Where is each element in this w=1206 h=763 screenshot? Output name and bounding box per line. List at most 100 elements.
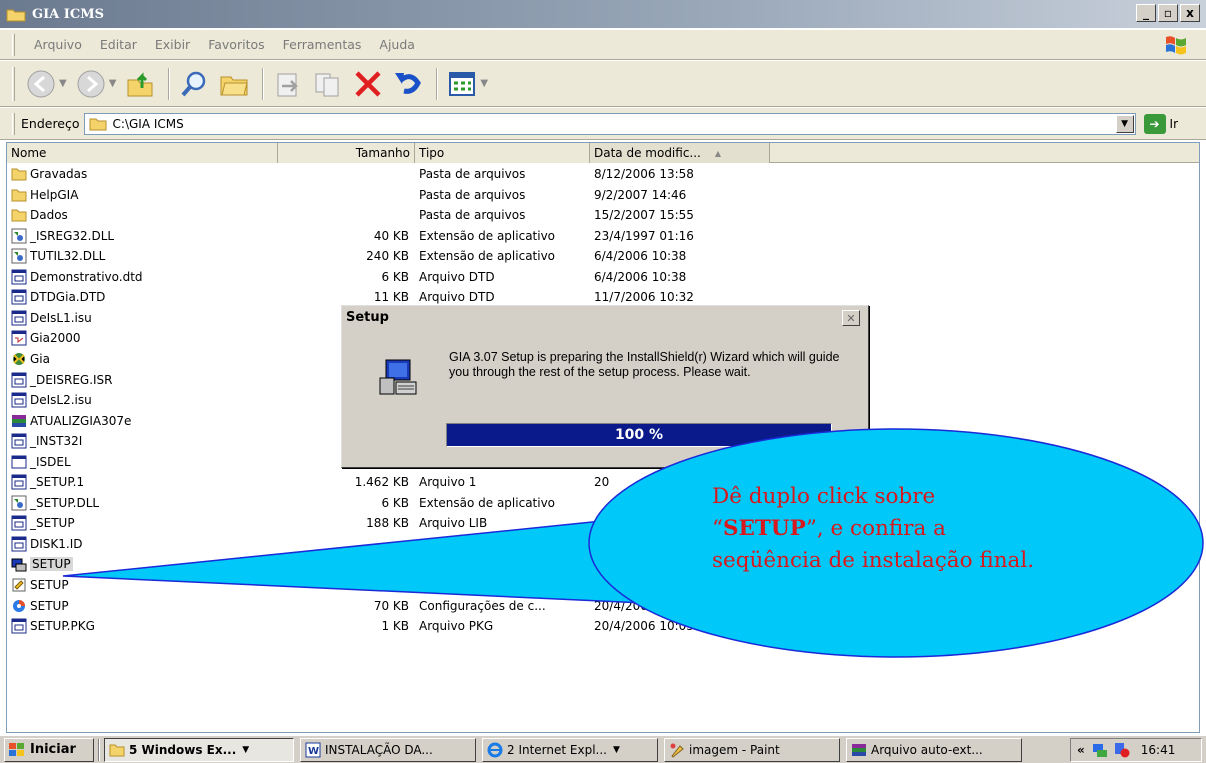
file-row[interactable]: SETUP 45 KB Aplicativo 20/4/ (7, 554, 770, 574)
winrar-icon (12, 414, 26, 427)
file-type: Arquivo 1 (419, 475, 477, 490)
delete-button[interactable] (350, 66, 386, 102)
file-name-cell: SETUP (7, 554, 278, 574)
folders-icon (220, 76, 249, 95)
file-row[interactable]: _SETUP.DLL 6 KB Extensão de aplicativo (7, 493, 770, 513)
file-row[interactable]: Dados Pasta de arquivos 15/2/2007 15:55 (7, 205, 770, 225)
task-windows-explorer[interactable]: 5 Windows Ex... ▼ (104, 737, 294, 762)
up-folder-button[interactable] (122, 66, 158, 102)
installer-computer-icon (379, 359, 417, 395)
window-title-bar[interactable]: GIA ICMS _ ▫ x (0, 0, 1206, 28)
callout-setup-word: SETUP (723, 516, 806, 541)
task-self-extractor[interactable]: Arquivo auto-ext... (846, 737, 1022, 762)
file-size (278, 185, 415, 205)
file-size: 1 KB (381, 578, 409, 592)
tray-expand-button[interactable]: « (1077, 743, 1085, 757)
go-button[interactable]: ➔ Ir (1143, 113, 1178, 134)
file-row[interactable]: SETUP 1 KB Parâmetros de confi... 20/4/2006… (7, 575, 770, 595)
system-tray: « 16:41 (1070, 738, 1202, 762)
file-name-cell: HelpGIA (7, 185, 278, 205)
undo-icon (395, 72, 422, 94)
windows-logo-icon (1166, 36, 1186, 55)
column-header-date-label: Data de modific... (594, 146, 701, 160)
folder-icon (11, 189, 27, 202)
file-row[interactable]: _SETUP 188 KB Arquivo LIB (7, 513, 770, 533)
file-row[interactable]: HelpGIA Pasta de arquivos 9/2/2007 14:46 (7, 185, 770, 205)
security-alert-icon[interactable] (1113, 742, 1131, 758)
exe-icon (11, 455, 27, 469)
menu-editar[interactable]: Editar (91, 37, 146, 52)
file-name-cell: Gia (7, 349, 278, 369)
generic-file-icon (11, 515, 27, 531)
search-button[interactable] (176, 66, 212, 102)
back-dropdown-icon[interactable]: ▼ (59, 78, 67, 89)
column-header-date[interactable]: Data de modific... ▲ (590, 143, 770, 163)
dialog-title: Setup (346, 309, 389, 325)
close-button[interactable]: x (1180, 4, 1200, 22)
forward-button[interactable] (73, 66, 109, 102)
file-date: 20/4/2006 10:03 (594, 619, 694, 634)
file-row[interactable]: SETUP.PKG 1 KB Arquivo PKG 20/4/2006 10:03 (7, 616, 770, 636)
file-type: Parâmetros de confi... (419, 578, 551, 592)
menu-bar: Arquivo Editar Exibir Favoritos Ferramen… (0, 30, 1206, 60)
task-label: imagem - Paint (689, 742, 780, 757)
task-internet-explorer[interactable]: 2 Internet Expl... ▼ (482, 737, 658, 762)
maximize-button[interactable]: ▫ (1158, 4, 1178, 22)
undo-button[interactable] (390, 66, 426, 102)
forward-arrow-icon (77, 70, 105, 97)
file-name: ATUALIZGIA307e (30, 413, 132, 428)
dialog-close-button[interactable]: ✕ (842, 310, 860, 326)
file-row[interactable]: _SETUP.1 1.462 KB Arquivo 1 20 (7, 472, 770, 492)
file-name-cell: _SETUP (7, 513, 278, 533)
file-row[interactable]: TUTIL32.DLL 240 KB Extensão de aplicativo 6… (7, 246, 770, 266)
paint-icon (670, 743, 684, 758)
file-size (278, 205, 415, 225)
file-row[interactable]: Gravadas Pasta de arquivos 8/12/2006 13:58 (7, 164, 770, 184)
windows-flag-icon (9, 742, 24, 756)
menu-ajuda[interactable]: Ajuda (370, 37, 424, 52)
address-dropdown-button[interactable]: ▼ (1115, 114, 1134, 133)
file-row[interactable]: Demonstrativo.dtd 6 KB Arquivo DTD 6/4/2006… (7, 267, 770, 287)
back-button[interactable] (23, 66, 59, 102)
start-label: Iniciar (30, 742, 76, 757)
folders-button[interactable] (216, 66, 252, 102)
menu-arquivo[interactable]: Arquivo (25, 37, 91, 52)
column-header-size[interactable]: Tamanho (278, 143, 415, 163)
menu-exibir[interactable]: Exibir (146, 37, 199, 52)
start-button[interactable]: Iniciar (4, 737, 94, 762)
file-name-cell: Demonstrativo.dtd (7, 267, 278, 287)
file-size: 6 KB (381, 495, 409, 510)
column-header-name[interactable]: Nome (7, 143, 278, 163)
file-row[interactable]: DISK1.ID (7, 534, 770, 554)
file-name-cell: DTDGia.DTD (7, 287, 278, 307)
menu-favoritos[interactable]: Favoritos (199, 37, 273, 52)
file-name: _ISREG32.DLL (30, 228, 115, 243)
menu-ferramentas[interactable]: Ferramentas (274, 37, 371, 52)
setup-exe-icon (11, 558, 27, 572)
file-size: 6 KB (381, 269, 409, 284)
file-name: _INST32I (30, 434, 83, 449)
file-name: DeIsL2.isu (30, 393, 92, 408)
views-icon (449, 71, 476, 96)
copy-to-button[interactable] (310, 66, 346, 102)
move-to-button[interactable] (270, 66, 306, 102)
file-name-cell: DISK1.ID (7, 534, 278, 554)
address-input[interactable]: C:\GIA ICMS ▼ (83, 112, 1136, 135)
file-name-cell: DeIsL1.isu (7, 308, 278, 328)
dialog-title-bar[interactable]: Setup (342, 306, 868, 328)
file-row[interactable]: _ISREG32.DLL 40 KB Extensão de aplicativo 2… (7, 226, 770, 246)
column-header-type[interactable]: Tipo (415, 143, 590, 163)
column-header-row: Nome Tamanho Tipo Data de modific... ▲ (7, 143, 1199, 163)
views-button[interactable] (444, 66, 480, 102)
task-word-document[interactable]: W INSTALAÇÃO DA... (300, 737, 476, 762)
file-name: _DEISREG.ISR (30, 372, 113, 387)
forward-dropdown-icon[interactable]: ▼ (109, 78, 117, 89)
minimize-button[interactable]: _ (1136, 4, 1156, 22)
views-dropdown-icon[interactable]: ▼ (480, 78, 488, 89)
setup-dialog[interactable]: Setup ✕ GIA 3.07 Setup is preparing the … (341, 305, 869, 468)
task-paint[interactable]: imagem - Paint (664, 737, 840, 762)
ie-icon (487, 742, 503, 757)
generic-file-icon (11, 536, 27, 552)
file-row[interactable]: SETUP 70 KB Configurações de c... 20/4/2006… (7, 596, 770, 616)
network-icon[interactable] (1091, 742, 1109, 758)
